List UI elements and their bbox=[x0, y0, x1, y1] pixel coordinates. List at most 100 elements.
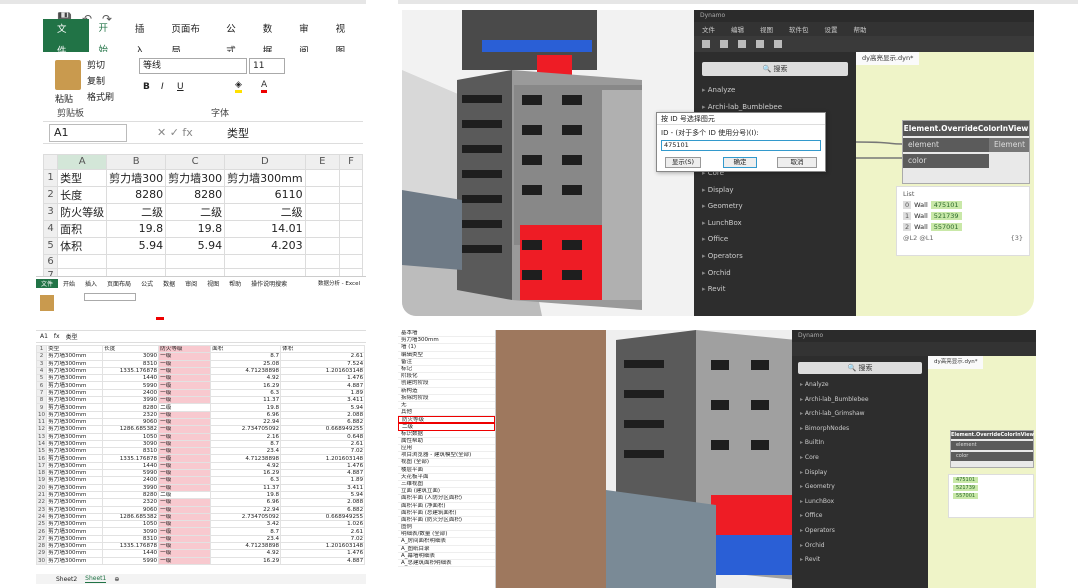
row-header[interactable]: 30 bbox=[36, 556, 48, 565]
property-row[interactable]: 新构造 bbox=[398, 388, 495, 395]
row-header[interactable]: 1 bbox=[36, 344, 48, 354]
cancel-button[interactable]: 取消 bbox=[777, 157, 817, 168]
cell[interactable]: 一级 bbox=[158, 381, 212, 390]
cell[interactable]: 4.887 bbox=[280, 381, 366, 390]
cell[interactable]: 剪力墙300mm bbox=[46, 410, 104, 419]
font-color-icon[interactable] bbox=[156, 317, 164, 320]
cell[interactable]: 8280 bbox=[102, 403, 160, 412]
cell[interactable]: 4.887 bbox=[280, 469, 366, 478]
cell[interactable]: 4.92 bbox=[210, 461, 282, 471]
highlighted-wall-blue[interactable] bbox=[711, 535, 794, 575]
row-header[interactable]: 14 bbox=[36, 439, 48, 449]
row-header[interactable]: 8 bbox=[36, 396, 48, 405]
dynamo-canvas[interactable]: dy高亮显示.dyn* Element.OverrideColorInView … bbox=[928, 356, 1036, 588]
cell[interactable]: 二级 bbox=[106, 202, 167, 221]
cell[interactable]: 2.61 bbox=[280, 439, 366, 449]
property-row[interactable]: 面积平面 (人防分区面积) bbox=[398, 495, 495, 503]
cell[interactable]: 剪力墙300mm bbox=[46, 381, 104, 390]
cell[interactable]: 1050 bbox=[102, 432, 160, 441]
cell[interactable]: 一级 bbox=[158, 374, 212, 383]
cell[interactable]: 剪力墙300mm bbox=[46, 359, 104, 368]
col-header[interactable]: B bbox=[106, 154, 167, 170]
ribbon-tab[interactable]: 操作说明搜索 bbox=[246, 279, 292, 288]
cell[interactable]: 3090 bbox=[102, 439, 160, 449]
cell[interactable]: 7.02 bbox=[280, 447, 366, 456]
cell[interactable] bbox=[338, 268, 363, 276]
cell[interactable]: 剪力墙300mm bbox=[46, 469, 104, 478]
cell[interactable] bbox=[338, 185, 363, 204]
cell[interactable]: 剪力墙300mm bbox=[46, 396, 104, 405]
row-header[interactable]: 19 bbox=[36, 476, 48, 485]
cell[interactable] bbox=[304, 185, 340, 204]
workspace-tab[interactable]: dy高亮显示.dyn* bbox=[928, 356, 984, 369]
cell[interactable]: 一级 bbox=[158, 366, 212, 376]
cell[interactable]: 2.61 bbox=[280, 352, 366, 361]
property-row[interactable]: 三维视图 bbox=[398, 481, 495, 489]
cell[interactable]: 二级 bbox=[158, 490, 212, 500]
cell[interactable]: 4.71238898 bbox=[210, 454, 282, 463]
font-name-select[interactable]: 等线 bbox=[139, 58, 247, 74]
property-row[interactable]: A_房间面积明细表 bbox=[398, 538, 495, 546]
row-header[interactable]: 29 bbox=[36, 549, 48, 558]
cell[interactable]: 3.42 bbox=[210, 520, 282, 529]
cell[interactable]: 5990 bbox=[102, 556, 160, 565]
underline-button[interactable]: U bbox=[177, 82, 184, 92]
row-header[interactable]: 17 bbox=[36, 461, 48, 471]
row-header[interactable]: 4 bbox=[43, 219, 59, 238]
cell[interactable]: 剪力墙300mm bbox=[46, 520, 104, 529]
cell[interactable]: 2.088 bbox=[280, 498, 366, 507]
menu-settings[interactable]: 设置 bbox=[825, 24, 838, 34]
library-category[interactable]: Archi-lab_Bumblebee bbox=[792, 393, 928, 408]
cell[interactable]: 剪力墙300mm bbox=[46, 527, 104, 536]
row-header[interactable]: 21 bbox=[36, 490, 48, 500]
ribbon-tab[interactable]: 审阅 bbox=[180, 279, 202, 288]
cell[interactable]: 1.201603148 bbox=[280, 454, 366, 463]
property-row[interactable]: A_总建筑面积明细表 bbox=[398, 560, 495, 568]
cell[interactable]: 剪力墙300mm bbox=[46, 447, 104, 456]
italic-button[interactable]: I bbox=[161, 82, 164, 92]
library-category[interactable]: BuiltIn bbox=[792, 436, 928, 451]
port-element[interactable]: element bbox=[903, 138, 989, 152]
cell[interactable]: 0.648 bbox=[280, 432, 366, 441]
cell[interactable]: 8.7 bbox=[210, 527, 282, 536]
cell[interactable]: 剪力墙300mm bbox=[46, 556, 104, 565]
row-header[interactable]: 13 bbox=[36, 432, 48, 441]
cell[interactable]: 1050 bbox=[102, 520, 160, 529]
cell[interactable]: 1.89 bbox=[280, 476, 366, 485]
ribbon-tab[interactable]: 数据 bbox=[158, 279, 180, 288]
cell[interactable]: 1286.685382 bbox=[102, 512, 160, 522]
cell[interactable]: 3990 bbox=[102, 483, 160, 492]
font-size-select[interactable]: 11 bbox=[249, 58, 285, 74]
cell[interactable] bbox=[304, 236, 340, 255]
property-row[interactable]: 阶段化 bbox=[398, 373, 495, 381]
cell[interactable]: 一级 bbox=[158, 520, 212, 529]
column-header-cell[interactable]: 长度 bbox=[102, 344, 160, 354]
property-row[interactable]: 立面 (建筑立面) bbox=[398, 488, 495, 496]
cell[interactable]: 5.94 bbox=[165, 236, 226, 255]
cell[interactable]: 类型 bbox=[57, 168, 108, 187]
cell[interactable]: 22.94 bbox=[210, 417, 282, 427]
cell[interactable]: 6.96 bbox=[210, 410, 282, 419]
cell[interactable]: 16.29 bbox=[210, 381, 282, 390]
cell[interactable]: 6.882 bbox=[280, 417, 366, 427]
cell[interactable] bbox=[57, 253, 108, 269]
ok-button[interactable]: 确定 bbox=[723, 157, 757, 168]
cell[interactable]: 19.8 bbox=[106, 219, 167, 238]
row-header[interactable]: 25 bbox=[36, 520, 48, 529]
cell[interactable] bbox=[57, 268, 108, 276]
cell[interactable]: 一级 bbox=[158, 359, 212, 368]
cell[interactable]: 1286.685382 bbox=[102, 425, 160, 434]
row-header[interactable]: 12 bbox=[36, 425, 48, 434]
copy-button[interactable]: 复制 bbox=[87, 74, 105, 87]
cell[interactable]: 11.37 bbox=[210, 483, 282, 492]
cell[interactable]: 23.4 bbox=[210, 447, 282, 456]
cell[interactable]: 剪力墙300mm bbox=[46, 541, 104, 551]
highlighted-wall-red-lower[interactable] bbox=[520, 225, 602, 300]
cell[interactable]: 5.94 bbox=[280, 403, 366, 412]
property-row[interactable]: 基本墙 bbox=[398, 330, 495, 338]
cell[interactable] bbox=[304, 202, 340, 221]
cell[interactable]: 二级 bbox=[224, 202, 306, 221]
cell[interactable]: 6.96 bbox=[210, 498, 282, 507]
cell[interactable]: 剪力墙300mm bbox=[224, 168, 306, 187]
undo-icon[interactable] bbox=[756, 40, 764, 48]
